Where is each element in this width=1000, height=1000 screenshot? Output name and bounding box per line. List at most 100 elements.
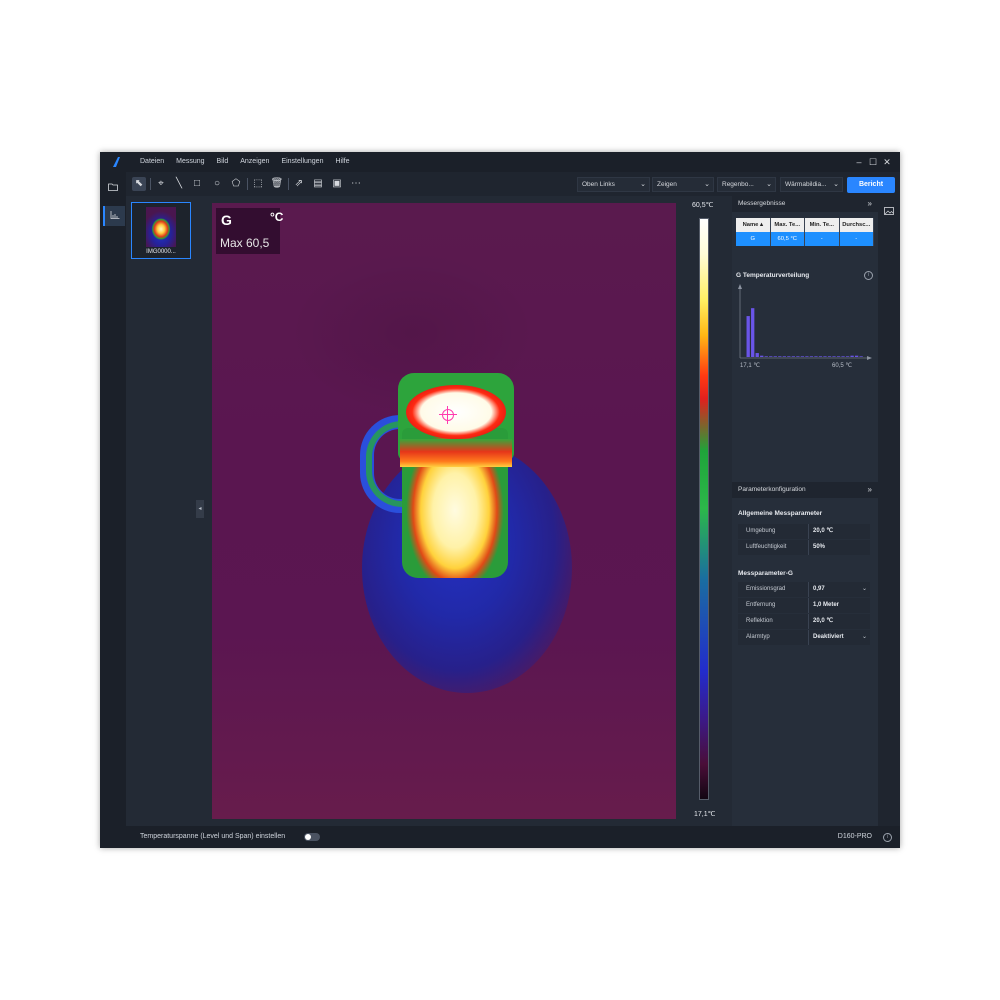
thumbnail-image (146, 207, 176, 247)
collapse-panel-button[interactable]: ◂ (196, 500, 204, 518)
max-temp-crosshair-icon[interactable] (439, 406, 457, 424)
overlay-max: Max 60,5 (220, 236, 270, 250)
menu-messung[interactable]: Messung (170, 152, 210, 172)
table-cell: - (805, 232, 840, 246)
param-value: 0,97 (813, 586, 825, 592)
select-cursor-icon[interactable]: ⬚ (251, 177, 265, 191)
palette-dropdown[interactable]: Regenbo... ⌄ (717, 177, 776, 192)
thumbnail-label: IMG0000... (146, 249, 176, 255)
menu-hilfe[interactable]: Hilfe (329, 152, 355, 172)
status-bar: Temperaturspanne (Level und Span) einste… (126, 826, 900, 848)
window-controls: – ☐ ✕ (852, 152, 894, 172)
delete-icon[interactable]: 🗑 (270, 177, 284, 191)
column-header[interactable]: Durchsc... (839, 218, 874, 232)
param-value-field[interactable]: 20,0 ℃ (808, 524, 871, 539)
histogram-bar (778, 356, 782, 357)
save-icon[interactable]: ▣ (330, 177, 344, 191)
level-span-label: Temperaturspanne (Level und Span) einste… (140, 833, 286, 840)
table-cell: - (839, 232, 874, 246)
menu-dateien[interactable]: Dateien (134, 152, 170, 172)
param-value-field[interactable]: 0,97 ⌄ (808, 582, 871, 597)
image-mode-dropdown[interactable]: Wärmabildia... ⌄ (780, 177, 843, 192)
histogram-bar (827, 356, 832, 357)
param-value-field[interactable]: Deaktiviert ⌄ (808, 630, 871, 645)
column-header[interactable]: Max. Te... (770, 218, 805, 232)
param-row-alarmtyp[interactable]: Alarmtyp Deaktiviert ⌄ (738, 630, 870, 645)
histogram-bar (796, 356, 800, 357)
menu-anzeigen[interactable]: Anzeigen (234, 152, 275, 172)
toolbar-divider (288, 178, 289, 190)
histogram-bar (751, 308, 755, 357)
params-header[interactable]: Parameterkonfiguration » (732, 482, 878, 498)
analysis-chart-icon[interactable] (103, 206, 125, 226)
thermal-image-viewer[interactable]: G °C Max 60,5 (212, 203, 676, 819)
ellipse-tool-icon[interactable]: ○ (210, 177, 224, 191)
image-thumbnail[interactable]: IMG0000... (131, 202, 191, 259)
histogram-bar (814, 356, 818, 357)
maximize-button[interactable]: ☐ (866, 152, 880, 172)
info-icon[interactable]: i (864, 271, 873, 280)
level-span-toggle[interactable] (304, 833, 320, 841)
expand-icon[interactable]: » (868, 196, 872, 212)
param-row-emissionsgrad[interactable]: Emissionsgrad 0,97 ⌄ (738, 582, 870, 597)
expand-icon[interactable]: » (868, 482, 872, 498)
param-value-field[interactable]: 20,0 ℃ (808, 614, 871, 629)
spot-tool-icon[interactable]: ⌖ (154, 177, 168, 191)
y-axis-arrow-icon (738, 284, 742, 289)
overlay-unit: °C (270, 210, 284, 224)
x-axis-arrow-icon (867, 356, 872, 360)
histogram-bar (782, 356, 786, 357)
minimize-button[interactable]: – (852, 152, 866, 172)
param-row-entfernung[interactable]: Entfernung 1,0 Meter (738, 598, 870, 613)
param-value-field[interactable]: 1,0 Meter (808, 598, 871, 613)
histogram-bar (823, 356, 827, 357)
report-icon[interactable]: ▤ (311, 177, 325, 191)
param-row-luftfeuchtigkeit[interactable]: Luftfeuchtigkeit 50% (738, 540, 870, 555)
pointer-tool-icon[interactable]: ⬉ (132, 177, 146, 191)
param-value-field[interactable]: 50% (808, 540, 871, 555)
polygon-tool-icon[interactable]: ⬠ (229, 177, 243, 191)
param-value: Deaktiviert (813, 634, 844, 640)
rectangle-tool-icon[interactable]: □ (190, 177, 204, 191)
histogram-bar (809, 356, 814, 357)
histogram-bar (818, 356, 823, 357)
report-button[interactable]: Bericht (847, 177, 895, 193)
param-row-reflektion[interactable]: Reflektion 20,0 ℃ (738, 614, 870, 629)
folder-icon[interactable] (103, 178, 123, 198)
close-button[interactable]: ✕ (880, 152, 894, 172)
image-icon[interactable] (879, 202, 899, 222)
label-position-dropdown[interactable]: Oben Links ⌄ (577, 177, 650, 192)
info-icon[interactable]: i (883, 833, 892, 842)
more-icon[interactable]: ⋯ (349, 177, 363, 191)
column-header[interactable]: Name ▴ (736, 218, 771, 232)
histogram-bar (832, 356, 836, 357)
palette-value: Regenbo... (722, 181, 754, 188)
g-params-title: Messparameter-G (738, 570, 793, 577)
measurement-overlay: G °C Max 60,5 (216, 208, 284, 254)
export-icon[interactable]: ⇗ (292, 177, 306, 191)
title-bar: Dateien Messung Bild Anzeigen Einstellun… (100, 152, 900, 172)
column-header[interactable]: Min. Te... (805, 218, 840, 232)
toolbar-divider (150, 178, 151, 190)
color-scale-bar[interactable] (699, 218, 709, 800)
left-rail (100, 172, 126, 848)
params-title: Parameterkonfiguration (738, 486, 806, 493)
line-tool-icon[interactable]: ╲ (172, 177, 186, 191)
scale-min-label: 17,1℃ (694, 811, 716, 818)
display-dropdown[interactable]: Zeigen ⌄ (652, 177, 714, 192)
param-row-umgebung[interactable]: Umgebung 20,0 ℃ (738, 524, 870, 539)
results-header[interactable]: Messergebnisse » (732, 196, 878, 212)
app-logo-icon (113, 157, 120, 167)
histogram-bar (841, 356, 845, 357)
menu-bild[interactable]: Bild (211, 152, 235, 172)
chevron-down-icon: ⌄ (861, 586, 867, 592)
chevron-down-icon: ⌄ (704, 181, 710, 188)
histogram-bar (764, 356, 768, 357)
table-header-row: Name ▴ Max. Te... Min. Te... Durchsc... (736, 218, 874, 232)
param-value: 20,0 ℃ (813, 618, 834, 624)
label-position-value: Oben Links (582, 181, 615, 188)
chevron-down-icon: ⌄ (833, 181, 839, 188)
table-row[interactable]: G 60,5 °C - - (736, 232, 874, 246)
histogram-bar (791, 356, 796, 357)
menu-einstellungen[interactable]: Einstellungen (275, 152, 329, 172)
